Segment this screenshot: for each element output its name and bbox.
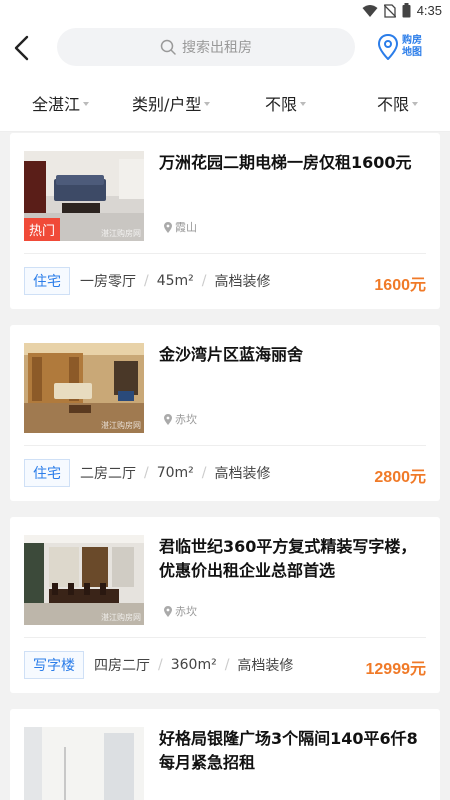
separator: / (201, 465, 207, 481)
decoration: 高档装修 (237, 658, 294, 674)
filter-bar: 全湛江 类别/户型 不限 不限 (0, 76, 450, 132)
clock: 4:35 (416, 3, 442, 18)
listing-meta: 住宅 一房零厅 / 45m² / 高档装修 (24, 267, 271, 295)
status-bar: 4:35 (0, 0, 450, 24)
map-label-line2: 地图 (402, 47, 422, 58)
property-type-tag: 写字楼 (24, 651, 84, 679)
filter-category[interactable]: 类别/户型 (132, 91, 211, 115)
decoration: 高档装修 (214, 274, 271, 290)
back-arrow-icon[interactable] (10, 34, 34, 62)
search-icon (160, 39, 176, 55)
filter-more[interactable]: 不限 (377, 91, 419, 115)
listing-photo: 湛江购房网 (24, 343, 144, 433)
map-pin-icon (378, 34, 398, 60)
photo-watermark: 湛江购房网 (101, 229, 141, 238)
divider (24, 445, 426, 446)
location-text: 赤坎 (175, 605, 197, 618)
separator: / (158, 657, 163, 673)
separator: / (144, 273, 149, 289)
separator: / (144, 465, 149, 481)
listing-photo: 湛江购房网 (24, 535, 144, 625)
listing-price: 1600元 (374, 277, 426, 294)
location-text: 霞山 (175, 221, 197, 234)
filter-label: 不限 (265, 95, 298, 114)
dropdown-caret-icon (83, 102, 90, 106)
location-text: 赤坎 (175, 413, 197, 426)
listing-title: 金沙湾片区蓝海丽舍 (159, 345, 304, 364)
room-layout: 一房零厅 (80, 274, 136, 290)
separator: / (201, 273, 207, 289)
listing-meta: 住宅 二房二厅 / 70m² / 高档装修 (24, 459, 271, 487)
wifi-icon (362, 4, 378, 17)
hot-badge: 热门 (24, 218, 61, 241)
location-pin-icon (164, 221, 172, 233)
photo-watermark: 湛江购房网 (101, 421, 141, 430)
filter-label: 类别/户型 (132, 95, 202, 114)
listing-price: 12999元 (365, 661, 427, 678)
decoration: 高档装修 (214, 466, 271, 482)
listing-meta: 写字楼 四房二厅 / 360m² / 高档装修 (24, 651, 293, 679)
dropdown-caret-icon (204, 102, 211, 106)
battery-icon (402, 3, 411, 18)
area: 45m² (156, 273, 194, 289)
listing-card[interactable]: 湛江购房网 金沙湾片区蓝海丽舍 赤坎 住宅 二房二厅 / 70m² / 高档装修 2… (10, 325, 440, 501)
dropdown-caret-icon (300, 102, 307, 106)
no-sim-icon (383, 3, 396, 18)
search-placeholder: 搜索出租房 (182, 40, 252, 56)
location-pin-icon (164, 413, 172, 425)
search-input[interactable]: 搜索出租房 (57, 28, 355, 66)
dropdown-caret-icon (412, 102, 419, 106)
top-app-bar: 搜索出租房 购房 地图 (0, 24, 450, 76)
filter-label: 不限 (377, 95, 410, 114)
location-pin-icon (164, 605, 172, 617)
listing-photo: 热门 湛江购房网 (24, 151, 144, 241)
listing-title: 万洲花园二期电梯一房仅租1600元 (159, 153, 412, 172)
divider (24, 637, 426, 638)
area: 70m² (156, 465, 194, 481)
listing-card[interactable]: 湛江购房网 君临世纪360平方复式精装写字楼，优惠价出租企业总部首选 赤坎 写字… (10, 517, 440, 693)
listing-card[interactable]: 好格局银隆广场3个隔间140平6仟8每月紧急招租 (10, 709, 440, 800)
room-layout: 二房二厅 (80, 466, 136, 482)
photo-watermark: 湛江购房网 (101, 613, 141, 622)
area: 360m² (170, 657, 217, 673)
house-map-button[interactable]: 购房 地图 (378, 30, 442, 64)
room-layout: 四房二厅 (94, 658, 150, 674)
filter-region[interactable]: 全湛江 (32, 91, 90, 115)
listing-photo (24, 727, 144, 800)
listing-title: 君临世纪360平方复式精装写字楼，优惠价出租企业总部首选 (159, 537, 417, 580)
divider (24, 253, 426, 254)
map-label-line1: 购房 (402, 35, 422, 46)
listing-location: 霞山 (164, 219, 197, 235)
listing-title: 好格局银隆广场3个隔间140平6仟8每月紧急招租 (159, 729, 418, 772)
separator: / (224, 657, 230, 673)
filter-price[interactable]: 不限 (265, 91, 307, 115)
listing-price: 2800元 (374, 469, 426, 486)
listing-location: 赤坎 (164, 411, 197, 427)
listing-card[interactable]: 热门 湛江购房网 万洲花园二期电梯一房仅租1600元 霞山 住宅 一房零厅 / 4… (10, 133, 440, 309)
filter-label: 全湛江 (32, 95, 81, 114)
property-type-tag: 住宅 (24, 459, 70, 487)
listing-location: 赤坎 (164, 603, 197, 619)
property-type-tag: 住宅 (24, 267, 70, 295)
